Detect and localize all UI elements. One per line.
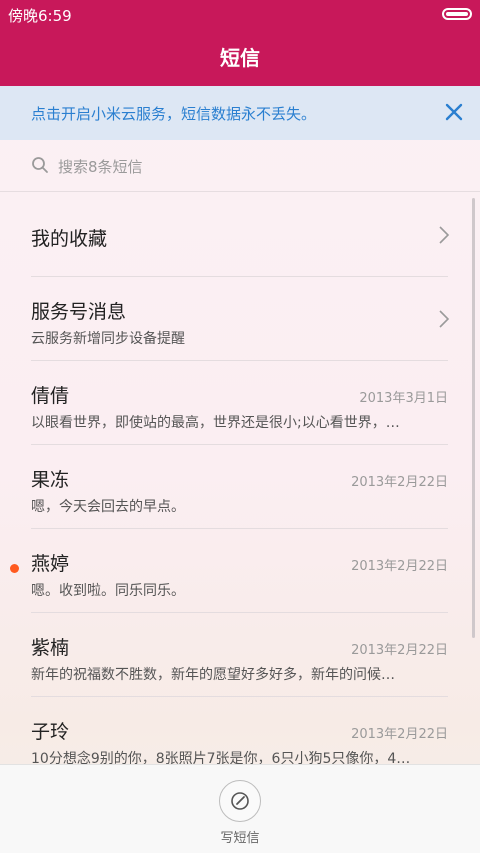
close-icon[interactable]	[442, 100, 466, 124]
compose-icon	[231, 792, 249, 810]
list-item-conversation[interactable]: 紫楠 2013年2月22日 新年的祝福数不胜数，新年的愿望好多好多，新年的问候…	[0, 613, 480, 697]
conversation-name: 倩倩	[31, 385, 70, 407]
status-bar: 傍晚6:59	[0, 0, 480, 30]
list-item-service-messages[interactable]: 服务号消息 云服务新增同步设备提醒	[0, 277, 480, 361]
conversation-name: 紫楠	[31, 637, 70, 659]
conversation-name: 子玲	[31, 721, 70, 743]
conversation-date: 2013年3月1日	[359, 391, 448, 406]
cloud-service-banner[interactable]: 点击开启小米云服务，短信数据永不丢失。	[0, 86, 480, 140]
conversation-date: 2013年2月22日	[351, 643, 448, 658]
search-icon	[32, 157, 48, 173]
conversation-date: 2013年2月22日	[351, 727, 448, 742]
conversation-snippet: 嗯，今天会回去的早点。	[31, 499, 185, 515]
unread-dot	[10, 564, 19, 573]
conversation-date: 2013年2月22日	[351, 475, 448, 490]
page-title: 短信	[220, 46, 260, 70]
conversation-name: 我的收藏	[31, 228, 108, 250]
conversation-snippet: 以眼看世界，即使站的最高，世界还是很小;以心看世界，…	[31, 415, 400, 431]
conversation-name: 服务号消息	[31, 301, 127, 323]
conversation-name: 燕婷	[31, 553, 70, 575]
search-bar[interactable]: 搜索8条短信	[0, 140, 480, 192]
conversation-snippet: 新年的祝福数不胜数，新年的愿望好多好多，新年的问候…	[31, 667, 395, 683]
compose-label[interactable]: 写短信	[0, 827, 480, 846]
battery-icon	[442, 8, 472, 20]
list-item-conversation[interactable]: 燕婷 2013年2月22日 嗯。收到啦。同乐同乐。	[0, 529, 480, 613]
status-time: 傍晚6:59	[8, 7, 72, 25]
scrollbar[interactable]	[472, 198, 475, 638]
list-item-favorites[interactable]: 我的收藏	[0, 193, 480, 277]
conversation-list: 我的收藏 服务号消息 云服务新增同步设备提醒 倩倩 2013年3月1日 以眼看世…	[0, 193, 480, 781]
list-item-conversation[interactable]: 倩倩 2013年3月1日 以眼看世界，即使站的最高，世界还是很小;以心看世界，…	[0, 361, 480, 445]
bottom-bar: 写短信	[0, 764, 480, 853]
list-item-conversation[interactable]: 果冻 2013年2月22日 嗯，今天会回去的早点。	[0, 445, 480, 529]
search-input[interactable]: 搜索8条短信	[58, 156, 143, 177]
compose-button[interactable]	[219, 780, 261, 822]
conversation-date: 2013年2月22日	[351, 559, 448, 574]
title-bar: 短信	[0, 30, 480, 86]
chevron-right-icon	[439, 310, 450, 328]
chevron-right-icon	[439, 226, 450, 244]
conversation-snippet: 云服务新增同步设备提醒	[31, 331, 185, 347]
conversation-name: 果冻	[31, 469, 70, 491]
conversation-snippet: 嗯。收到啦。同乐同乐。	[31, 583, 185, 599]
banner-text[interactable]: 点击开启小米云服务，短信数据永不丢失。	[31, 103, 316, 124]
